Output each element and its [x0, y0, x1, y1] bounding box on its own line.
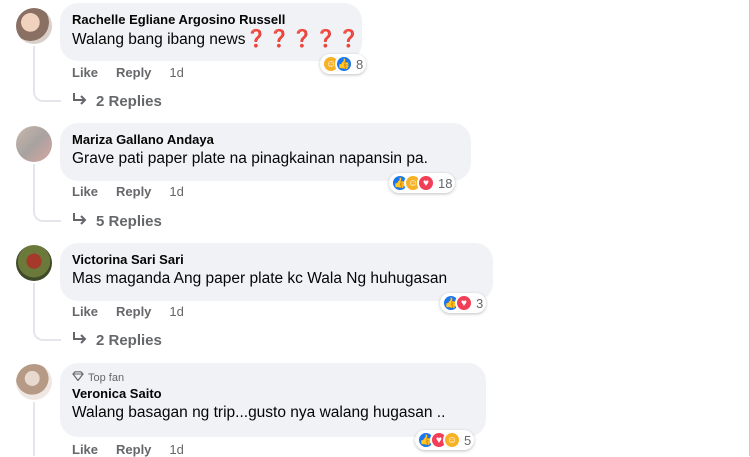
- like-button[interactable]: Like: [72, 304, 98, 319]
- top-fan-badge: Top fan: [72, 371, 474, 385]
- avatar[interactable]: [16, 364, 52, 400]
- replies-count: 5 Replies: [96, 212, 162, 230]
- comment-text: Grave pati paper plate na pinagkainan na…: [72, 150, 428, 167]
- reply-arrow-icon: [72, 331, 88, 349]
- like-button[interactable]: Like: [72, 65, 98, 80]
- comment-author[interactable]: Victorina Sari Sari: [72, 251, 481, 268]
- view-replies-button[interactable]: 2 Replies: [72, 331, 162, 349]
- diamond-icon: [72, 371, 84, 385]
- reply-button[interactable]: Reply: [116, 65, 151, 80]
- like-button[interactable]: Like: [72, 442, 98, 457]
- like-reaction-icon: 👍: [335, 55, 353, 73]
- avatar[interactable]: [16, 8, 52, 44]
- reply-arrow-icon: [72, 92, 88, 110]
- comment-bubble: Rachelle Egliane Argosino Russell Walang…: [60, 3, 362, 61]
- reaction-count: 5: [464, 432, 472, 448]
- reaction-summary[interactable]: 👍 ♥ 3: [440, 293, 487, 313]
- view-replies-button[interactable]: 2 Replies: [72, 92, 162, 110]
- reaction-count: 3: [476, 295, 484, 311]
- like-button[interactable]: Like: [72, 184, 98, 199]
- comment-bubble: Victorina Sari Sari Mas maganda Ang pape…: [60, 243, 493, 301]
- timestamp[interactable]: 1d: [169, 442, 183, 457]
- reply-arrow-icon: [72, 212, 88, 230]
- replies-count: 2 Replies: [96, 92, 162, 110]
- haha-reaction-icon: ☺: [443, 431, 461, 449]
- comment-text: Mas maganda Ang paper plate kc Wala Ng h…: [72, 270, 448, 287]
- avatar[interactable]: [16, 245, 52, 281]
- comment-author[interactable]: Veronica Saito: [72, 385, 474, 402]
- comment-bubble: Top fan Veronica Saito Walang basagan ng…: [60, 363, 486, 437]
- love-reaction-icon: ♥: [417, 174, 435, 192]
- love-reaction-icon: ♥: [455, 294, 473, 312]
- timestamp[interactable]: 1d: [169, 184, 183, 199]
- reaction-count: 18: [438, 175, 453, 191]
- comment-author[interactable]: Rachelle Egliane Argosino Russell: [72, 11, 350, 28]
- reply-button[interactable]: Reply: [116, 184, 151, 199]
- timestamp[interactable]: 1d: [169, 65, 183, 80]
- avatar[interactable]: [16, 126, 52, 162]
- reaction-summary[interactable]: 👍 ♥ ☺ 5: [415, 430, 475, 450]
- view-replies-button[interactable]: 5 Replies: [72, 212, 162, 230]
- reply-button[interactable]: Reply: [116, 442, 151, 457]
- comment-author[interactable]: Mariza Gallano Andaya: [72, 131, 459, 148]
- comment-text: Walang basagan ng trip...gusto nya walan…: [72, 404, 446, 421]
- reaction-summary[interactable]: ☺ 👍 8: [320, 54, 367, 74]
- comment-text: Walang bang ibang news❓❓❓❓❓: [72, 29, 362, 48]
- replies-count: 2 Replies: [96, 331, 162, 349]
- timestamp[interactable]: 1d: [169, 304, 183, 319]
- reaction-count: 8: [356, 56, 364, 72]
- reaction-summary[interactable]: 👍 ☺ ♥ 18: [389, 173, 456, 193]
- reply-button[interactable]: Reply: [116, 304, 151, 319]
- question-mark-emoji: ❓❓❓❓❓: [245, 29, 362, 48]
